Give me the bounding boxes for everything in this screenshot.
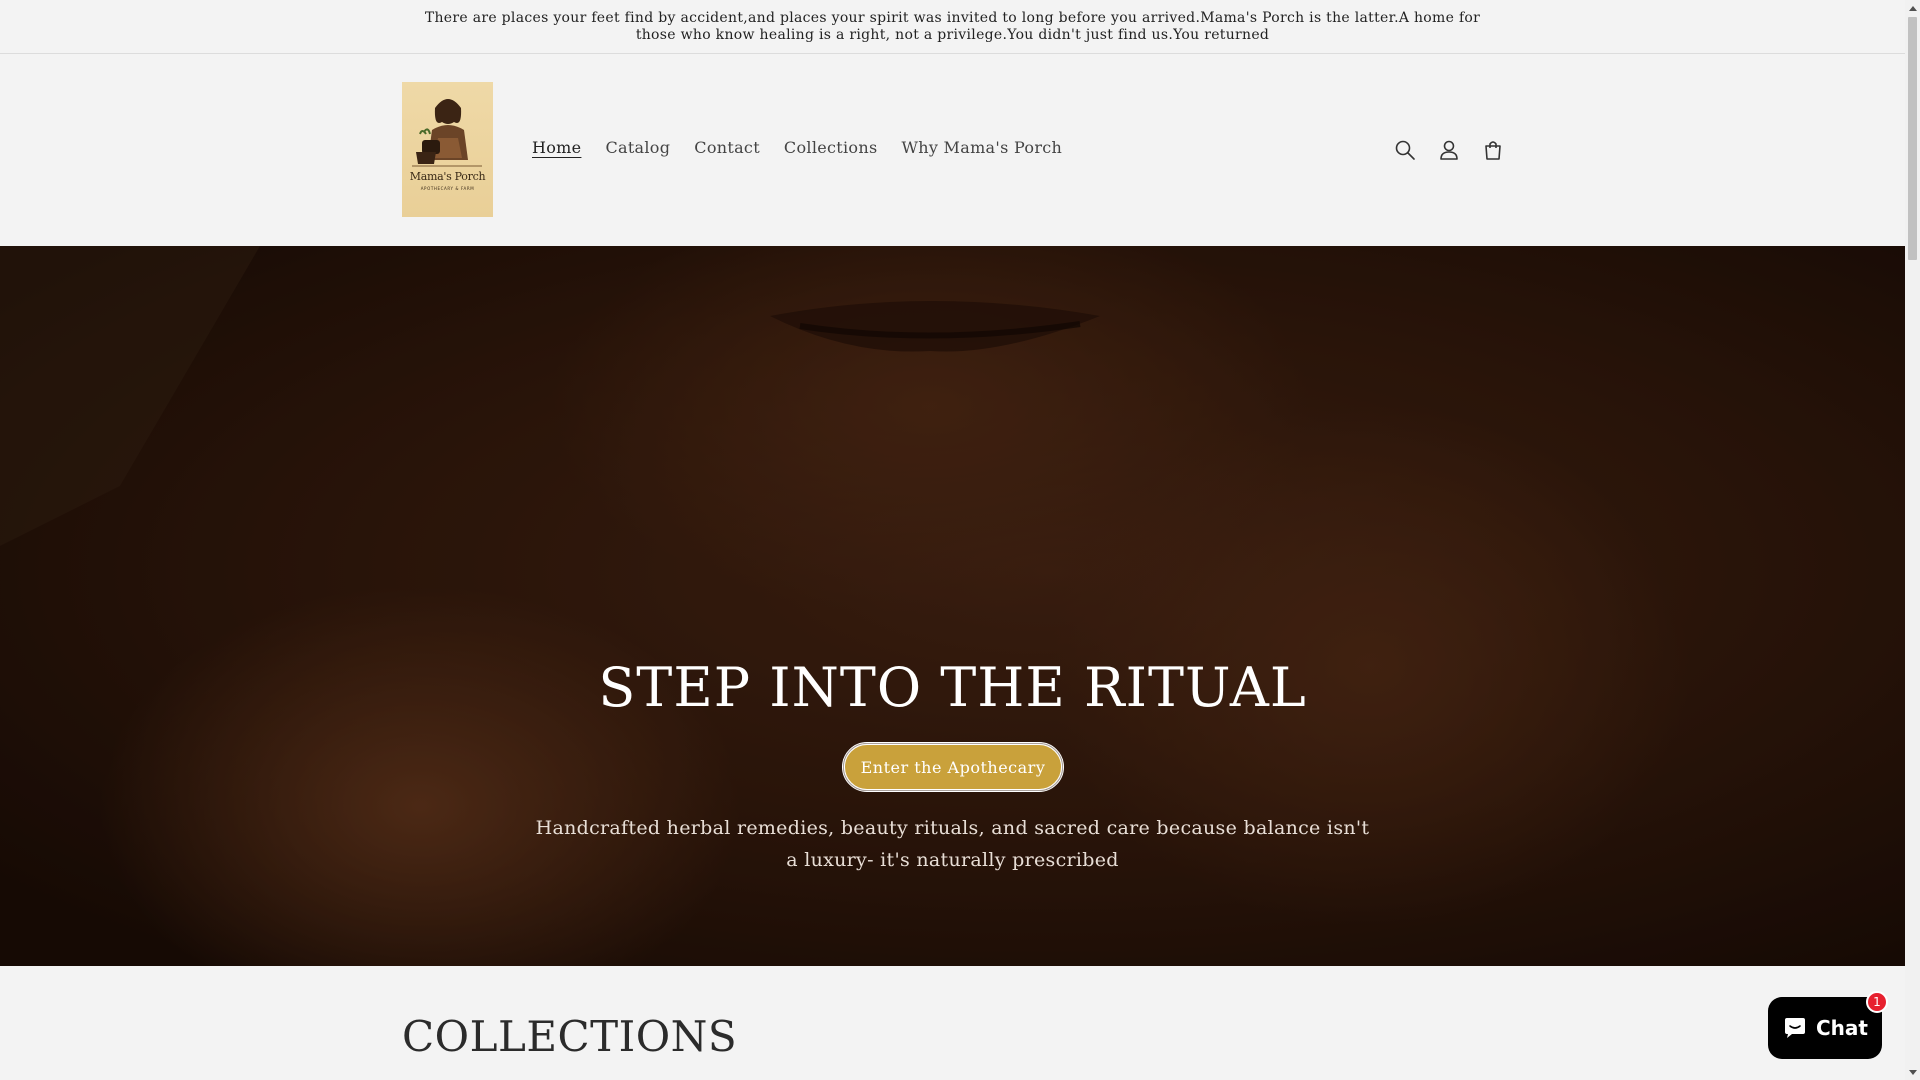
- scroll-down-arrow-icon[interactable]: [1905, 1065, 1920, 1080]
- announcement-bar: There are places your feet find by accid…: [0, 0, 1905, 54]
- scroll-thumb[interactable]: [1908, 17, 1917, 260]
- hero-subtitle: Handcrafted herbal remedies, beauty ritu…: [535, 817, 1370, 871]
- site-logo[interactable]: Mama's Porch APOTHECARY & FARM: [402, 82, 493, 217]
- cart-icon[interactable]: [1478, 135, 1508, 165]
- logo-illustration: [412, 99, 482, 167]
- announcement-text: There are places your feet find by accid…: [424, 9, 1481, 43]
- search-icon[interactable]: [1390, 135, 1420, 165]
- nav-why-mamas-porch[interactable]: Why Mama's Porch: [889, 138, 1074, 157]
- hero-banner: STEP INTO THE RITUAL Enter the Apothecar…: [0, 246, 1905, 966]
- nav-home[interactable]: Home: [520, 138, 593, 157]
- page: There are places your feet find by accid…: [0, 0, 1905, 1080]
- hero-title: STEP INTO THE RITUAL: [598, 656, 1307, 719]
- site-header: Mama's Porch APOTHECARY & FARM Home Cata…: [0, 55, 1905, 246]
- collections-heading: COLLECTIONS: [402, 1012, 738, 1061]
- enter-apothecary-button[interactable]: Enter the Apothecary: [842, 742, 1064, 792]
- main-nav: Home Catalog Contact Collections Why Mam…: [520, 138, 1074, 157]
- chat-bubble-icon: [1785, 1018, 1805, 1038]
- nav-collections[interactable]: Collections: [772, 138, 890, 157]
- nav-catalog[interactable]: Catalog: [593, 138, 682, 157]
- header-icons: [1390, 135, 1508, 165]
- nav-contact[interactable]: Contact: [682, 138, 772, 157]
- logo-name: Mama's Porch: [409, 170, 486, 183]
- chat-notification-badge: 1: [1866, 991, 1888, 1013]
- chat-label: Chat: [1816, 1016, 1868, 1040]
- scroll-up-arrow-icon[interactable]: [1905, 0, 1920, 15]
- account-icon[interactable]: [1434, 135, 1464, 165]
- chat-button[interactable]: Chat: [1768, 997, 1882, 1059]
- page-scrollbar[interactable]: [1905, 0, 1920, 1080]
- logo-subtitle: APOTHECARY & FARM: [420, 186, 475, 191]
